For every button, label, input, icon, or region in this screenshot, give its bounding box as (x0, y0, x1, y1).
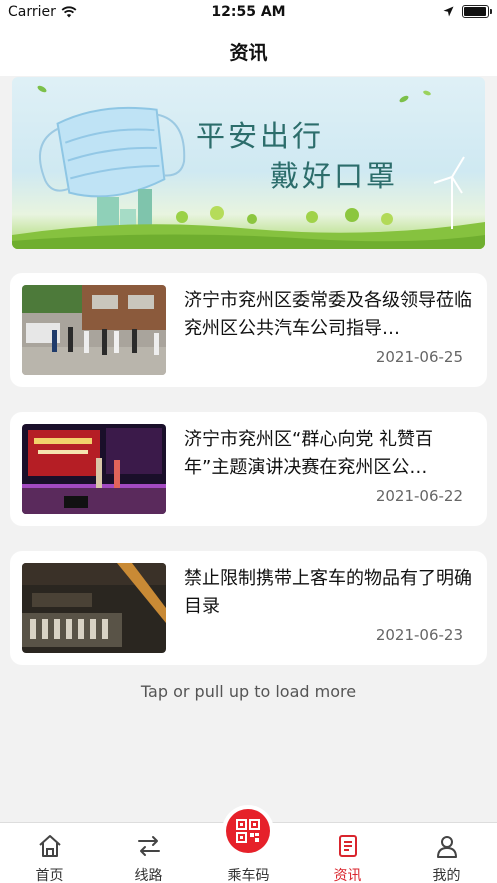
news-thumbnail (22, 285, 166, 375)
tab-routes[interactable]: 线路 (99, 823, 198, 883)
load-more-hint[interactable]: Tap or pull up to load more (0, 682, 497, 701)
page-title: 资讯 (229, 42, 268, 64)
tab-label: 我的 (432, 868, 461, 883)
banner-line-1: 平安出行 (196, 119, 325, 153)
news-thumbnail (22, 424, 166, 514)
tab-label: 乘车码 (227, 868, 270, 883)
tab-news[interactable]: 资讯 (298, 823, 397, 883)
news-title: 禁止限制携带上客车的物品有了明确目录 (184, 568, 472, 617)
news-icon (339, 835, 357, 857)
news-item[interactable]: 禁止限制携带上客车的物品有了明确目录 2021-06-23 (10, 551, 487, 665)
tab-label: 首页 (35, 868, 64, 883)
tab-home[interactable]: 首页 (0, 823, 99, 883)
news-title: 济宁市兖州区“群心向党 礼赞百年”主题演讲决赛在兖州区公… (184, 429, 434, 478)
navigation-bar: 资讯 (0, 26, 497, 76)
news-date: 2021-06-25 (375, 348, 463, 366)
promo-banner[interactable]: 平安出行 戴好口罩 (12, 77, 485, 249)
news-item[interactable]: 济宁市兖州区“群心向党 礼赞百年”主题演讲决赛在兖州区公… 2021-06-22 (10, 412, 487, 526)
ride-code-button[interactable] (226, 809, 270, 853)
news-thumbnail (22, 563, 166, 653)
tab-mine[interactable]: 我的 (397, 823, 496, 883)
tab-ride-code[interactable]: 乘车码 (199, 809, 298, 883)
battery-icon (462, 5, 492, 18)
status-bar: Carrier 12:55 AM (0, 0, 497, 26)
tab-bar: 首页 线路 乘车码 资讯 我的 (0, 809, 497, 883)
battery-fill (464, 7, 486, 16)
tab-label: 线路 (134, 868, 163, 883)
route-icon (138, 836, 160, 856)
status-time: 12:55 AM (211, 4, 286, 20)
news-date: 2021-06-22 (375, 487, 463, 505)
location-arrow-icon (443, 6, 454, 17)
status-right (443, 5, 492, 18)
news-date: 2021-06-23 (375, 626, 463, 644)
tab-label: 资讯 (333, 868, 362, 883)
banner-line-2: 戴好口罩 (270, 159, 399, 193)
home-icon (39, 835, 61, 857)
banner-illustration (12, 85, 485, 249)
news-title: 济宁市兖州区委常委及各级领导莅临兖州区公共汽车公司指导… (184, 290, 472, 339)
qr-code-icon (236, 819, 260, 843)
news-item[interactable]: 济宁市兖州区委常委及各级领导莅临兖州区公共汽车公司指导… 2021-06-25 (10, 273, 487, 387)
profile-icon (437, 836, 457, 858)
